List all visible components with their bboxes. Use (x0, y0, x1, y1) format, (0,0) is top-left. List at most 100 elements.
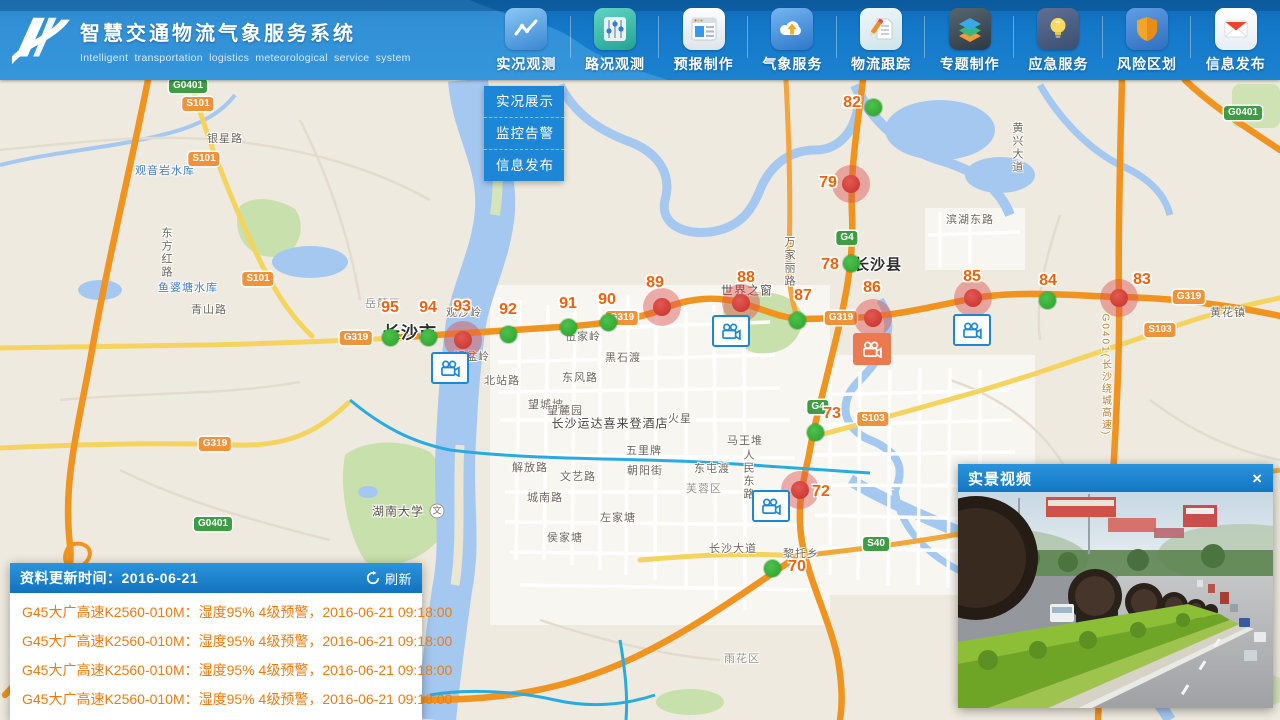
traffic-camera-icon[interactable] (712, 315, 750, 347)
map-place-label: 黑石渡 (605, 349, 641, 365)
nav-item-emergency[interactable]: 应急服务 (1014, 0, 1103, 80)
map-place-label: 解放路 (512, 459, 548, 475)
nav-item-road[interactable]: 路况观测 (571, 0, 660, 80)
dropdown-item[interactable]: 实况展示 (484, 86, 564, 118)
refresh-label: 刷新 (385, 569, 412, 588)
map-place-label: 湖南大学 (372, 503, 424, 520)
traffic-camera-icon[interactable] (853, 333, 891, 365)
marker-number-73: 73 (823, 405, 841, 423)
map-place-label: G0401(长沙绕城高速) (1098, 314, 1113, 437)
marker-number-84: 84 (1039, 272, 1057, 290)
nav-item-label: 路况观测 (585, 54, 645, 74)
nav-item-live[interactable]: 实况观测 (482, 0, 571, 80)
nav-item-label: 信息发布 (1206, 54, 1266, 74)
marker-number-83: 83 (1133, 271, 1151, 289)
map-place-label: 观音岩水库 (135, 162, 195, 178)
emergency-icon (1037, 8, 1079, 50)
map-place-label: 望麓园 (547, 402, 583, 418)
nav-item-label: 风险区划 (1117, 54, 1177, 74)
road-badge: S101 (182, 97, 213, 111)
nav-item-forecast[interactable]: 预报制作 (659, 0, 748, 80)
road-badge: G319 (199, 437, 231, 451)
marker-number-90: 90 (598, 291, 616, 309)
marker-number-82: 82 (843, 94, 861, 112)
marker-number-95: 95 (381, 299, 399, 317)
alert-row[interactable]: G45大广高速K2560-010M：湿度95% 4级预警，2016-06-21 … (10, 685, 422, 714)
video-panel-header: 实景视频 × (958, 464, 1273, 492)
road-badge: G0401 (1224, 106, 1262, 120)
nav-item-label: 预报制作 (674, 54, 734, 74)
map-place-label: 万家丽路 (781, 236, 797, 288)
refresh-icon (366, 571, 380, 585)
traffic-camera-icon[interactable] (752, 490, 790, 522)
map-place-label: 东风路 (562, 369, 598, 385)
logistics-icon (860, 8, 902, 50)
marker-number-92: 92 (499, 301, 517, 319)
map-place-label: 滨湖东路 (946, 211, 994, 227)
alert-panel: 资料更新时间：2016-06-21 刷新 G45大广高速K2560-010M：湿… (10, 563, 422, 720)
marker-number-79: 79 (819, 174, 837, 192)
app-titles: 智慧交通物流气象服务系统 Intelligent transportation … (80, 17, 411, 64)
map-place-label: 火星 (668, 410, 692, 426)
app-title: 智慧交通物流气象服务系统 (80, 17, 411, 46)
marker-number-78: 78 (821, 256, 839, 274)
infopub-icon (1215, 8, 1257, 50)
map-place-label: 五里牌 (626, 442, 662, 458)
marker-number-88: 88 (737, 269, 755, 287)
map-place-label: 侯家塘 (547, 529, 583, 545)
road-badge: G319 (825, 311, 857, 325)
app-subtitle: Intelligent transportation logistics met… (80, 52, 411, 64)
map-place-label: 雨花区 (724, 650, 760, 666)
live-video-panel: 实景视频 × (958, 464, 1273, 708)
nav-item-weather[interactable]: 气象服务 (748, 0, 837, 80)
map-place-label: 城南路 (527, 489, 563, 505)
nav-item-infopub[interactable]: 信息发布 (1191, 0, 1280, 80)
app-window: 观音岩水库鱼婆塘水库长沙市岳麓区观沙岭银盆岭望城坡长沙运达喜来登酒店湖南大学文马… (0, 0, 1280, 720)
nav-item-label: 实况观测 (496, 54, 556, 74)
road-badge: S101 (188, 152, 219, 166)
top-header-bar: 智慧交通物流气象服务系统 Intelligent transportation … (0, 0, 1280, 80)
marker-number-72: 72 (812, 483, 830, 501)
map-place-label: 东屯渡 (694, 460, 730, 476)
map-place-label: 文艺路 (560, 468, 596, 484)
alert-row[interactable]: G45大广高速K2560-010M：湿度95% 4级预警，2016-06-21 … (10, 627, 422, 656)
road-badge: G319 (340, 331, 372, 345)
main-nav: 实况观测 路况观测 预报制作 气象服务 物流跟踪 专题制作 应急服务 风险区划 信息发布 (482, 0, 1280, 80)
nav-item-label: 气象服务 (762, 54, 822, 74)
live-icon (505, 8, 547, 50)
road-badge: G0401 (194, 517, 232, 531)
marker-number-85: 85 (963, 268, 981, 286)
nav-item-logistics[interactable]: 物流跟踪 (837, 0, 926, 80)
forecast-icon (683, 8, 725, 50)
marker-number-86: 86 (863, 279, 881, 297)
map-place-label: 青山路 (191, 301, 227, 317)
road-badge: G4 (836, 231, 857, 245)
live-observation-dropdown: 实况展示监控告警信息发布 (484, 86, 564, 181)
road-icon (594, 8, 636, 50)
marker-number-94: 94 (419, 299, 437, 317)
alert-list: G45大广高速K2560-010M：湿度95% 4级预警，2016-06-21 … (10, 593, 422, 720)
traffic-camera-icon[interactable] (953, 314, 991, 346)
traffic-camera-icon[interactable] (431, 352, 469, 384)
nav-item-label: 专题制作 (940, 54, 1000, 74)
map-place-label: 银星路 (207, 130, 243, 146)
road-badge: G319 (1173, 290, 1205, 304)
marker-number-89: 89 (646, 274, 664, 292)
dropdown-item[interactable]: 监控告警 (484, 118, 564, 150)
alert-row[interactable]: G45大广高速K2560-010M：湿度95% 4级预警，2016-06-21 … (10, 598, 422, 627)
special-icon (949, 8, 991, 50)
road-badge: S40 (863, 537, 889, 551)
refresh-button[interactable]: 刷新 (366, 569, 412, 588)
close-icon[interactable]: × (1252, 470, 1263, 487)
map-place-label: 黄花镇 (1210, 304, 1246, 320)
map-place-label: 马王堆 (727, 432, 763, 448)
nav-item-risk[interactable]: 风险区划 (1103, 0, 1192, 80)
alert-row[interactable]: G45大广高速K2560-010M：湿度95% 4级预警，2016-06-21 … (10, 656, 422, 685)
nav-item-label: 物流跟踪 (851, 54, 911, 74)
marker-number-91: 91 (559, 295, 577, 313)
alert-panel-title: 资料更新时间：2016-06-21 (20, 568, 198, 588)
dropdown-item[interactable]: 信息发布 (484, 150, 564, 181)
weather-icon (771, 8, 813, 50)
nav-item-special[interactable]: 专题制作 (925, 0, 1014, 80)
nav-item-label: 应急服务 (1028, 54, 1088, 74)
